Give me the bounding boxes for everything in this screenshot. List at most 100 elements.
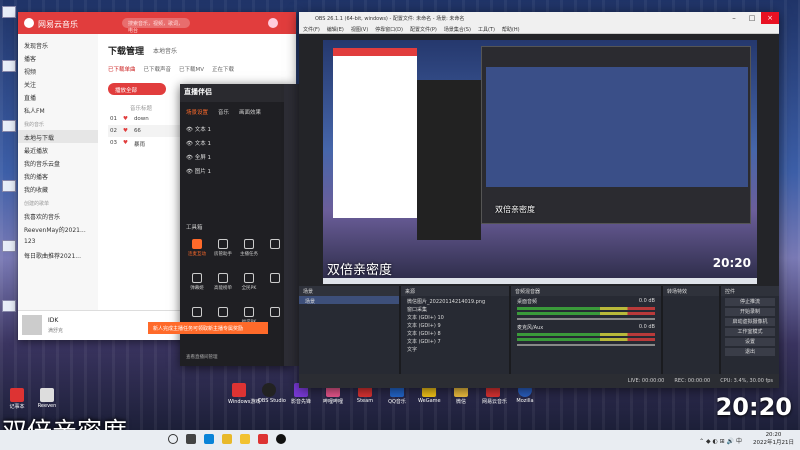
sidebar-item[interactable]: 我的音乐云盘 — [18, 156, 98, 169]
obs-preview[interactable]: 双倍亲密度 20:20 双倍亲密度 — [323, 40, 757, 284]
studio-mode-button[interactable]: 工作室模式 — [725, 328, 775, 336]
maximize-icon[interactable]: □ — [743, 12, 761, 24]
desktop-icon-reeven[interactable]: Reeven — [36, 388, 58, 414]
tab[interactable]: 正在下载 — [212, 65, 234, 73]
sidebar-item[interactable]: 关注 — [18, 77, 98, 90]
task-view-icon[interactable] — [186, 434, 196, 444]
tab[interactable]: 已下载单曲 — [108, 65, 136, 73]
source-item[interactable]: 窗口采集 — [401, 304, 509, 313]
menu-item[interactable]: 工具(T) — [478, 26, 495, 33]
download-tabs: 已下载单曲 已下载声音 已下载MV 正在下载 — [108, 65, 296, 73]
desktop-icon-notepad[interactable]: 记事本 — [6, 388, 28, 414]
start-recording-button[interactable]: 开始录制 — [725, 308, 775, 316]
source-item[interactable]: 文本 (GDI+) 8 — [401, 328, 509, 337]
stop-streaming-button[interactable]: 停止推流 — [725, 298, 775, 306]
source-item[interactable]: 文本 (GDI+) 10 — [401, 312, 509, 321]
source-item[interactable]: 文本 (GDI+) 9 — [401, 320, 509, 329]
tool-item[interactable]: 弹幕姬 — [184, 273, 210, 291]
preview-clock: 20:20 — [712, 256, 751, 270]
desktop-icon[interactable] — [2, 6, 16, 18]
tab-local-music[interactable]: 本地音乐 — [153, 46, 177, 55]
taskbar-clock[interactable]: 20:20 2022年1月21日 — [753, 432, 794, 446]
desktop-icon[interactable] — [2, 180, 16, 192]
chrome-icon[interactable] — [222, 434, 232, 444]
heart-icon[interactable]: ♥ — [123, 128, 128, 134]
menu-item[interactable]: 视图(V) — [351, 26, 368, 33]
tool-item[interactable]: 连麦互动 — [184, 239, 210, 257]
tool-item[interactable]: 高能榜单 — [210, 273, 236, 291]
folder-icon[interactable] — [240, 434, 250, 444]
menu-item[interactable]: 配置文件(P) — [410, 26, 437, 33]
sidebar-item[interactable]: 视频 — [18, 64, 98, 77]
netease-icon[interactable] — [258, 434, 268, 444]
tab[interactable]: 场景设置 — [186, 108, 208, 116]
scene-item[interactable]: 场景 — [299, 296, 399, 305]
volume-slider[interactable] — [517, 318, 655, 320]
desktop-icon[interactable] — [2, 60, 16, 72]
song-title: 暴雨 — [133, 142, 145, 148]
desktop-icon[interactable] — [2, 120, 16, 132]
sidebar-item[interactable]: 我的收藏 — [18, 182, 98, 195]
menu-item[interactable]: 编辑(E) — [327, 26, 344, 33]
sources-dock: 来源 微信图片_20220114214019.png 窗口采集 文本 (GDI+… — [401, 286, 509, 374]
tab[interactable]: 音乐 — [218, 108, 229, 116]
sidebar-item[interactable]: 私人FM — [18, 103, 98, 116]
sidebar-item[interactable]: 我的播客 — [18, 169, 98, 182]
netease-search-input[interactable]: 搜索音乐，视频，歌词，电台 — [122, 18, 190, 34]
settings-button[interactable]: 设置 — [725, 338, 775, 346]
obs-titlebar: OBS 26.1.1 (64-bit, windows) - 配置文件: 未命名… — [299, 12, 779, 24]
sidebar-item-local-download[interactable]: 本地与下载 — [18, 130, 98, 143]
playlist-item[interactable]: 每日歌曲推荐2021... — [18, 248, 98, 261]
menu-item[interactable]: 停靠窗口(D) — [375, 26, 403, 33]
tool-item[interactable]: 房管助手 — [210, 239, 236, 257]
desktop-icon[interactable]: Windows游戏 — [228, 383, 261, 409]
minimize-icon[interactable]: – — [725, 12, 743, 24]
system-tray[interactable]: ⌃ ◆ ◐ ⊞ 🔊 中 — [699, 436, 742, 445]
avatar[interactable] — [268, 18, 278, 28]
source-item[interactable]: 👁 文本 1 — [180, 122, 294, 136]
search-icon[interactable] — [168, 434, 178, 444]
tab[interactable]: 已下载MV — [179, 65, 204, 73]
manage-room-link[interactable]: 查看直播间管理 — [186, 354, 218, 360]
virtual-camera-button[interactable]: 启动虚拟摄像机 — [725, 318, 775, 326]
exit-button[interactable]: 退出 — [725, 348, 775, 356]
mixer-channel: 麦克风/Aux 0.0 dB — [511, 322, 661, 348]
desktop-icon[interactable]: OBS Studio — [258, 383, 286, 409]
menu-item[interactable]: 帮助(H) — [502, 26, 520, 33]
sidebar-item[interactable]: 直播 — [18, 90, 98, 103]
heart-icon[interactable]: ♥ — [123, 116, 128, 122]
desktop-icon[interactable] — [2, 300, 16, 312]
tool-item[interactable]: 主播任务 — [236, 239, 262, 257]
livehime-toast[interactable]: 新人完成主播任务可领取新主播专属奖励 — [148, 322, 268, 334]
volume-slider[interactable] — [517, 344, 655, 346]
album-cover[interactable] — [22, 315, 42, 335]
desktop-icon-label: Windows游戏 — [228, 399, 261, 405]
sidebar-group-label: 我的音乐 — [24, 122, 45, 128]
status-live: LIVE: 00:00:00 — [627, 378, 665, 384]
obs-icon[interactable] — [276, 434, 286, 444]
sidebar-item[interactable]: 播客 — [18, 51, 98, 64]
source-item[interactable]: 👁 图片 1 — [180, 164, 294, 178]
source-item[interactable]: 微信图片_20220114214019.png — [401, 296, 509, 305]
sidebar-item[interactable]: 最近播放 — [18, 143, 98, 156]
source-item[interactable]: 文字 — [401, 344, 509, 353]
playlist-item[interactable]: ReevenMay的2021... — [18, 222, 98, 235]
source-item[interactable]: 👁 全屏 1 — [180, 150, 294, 164]
source-item[interactable]: 文本 (GDI+) 7 — [401, 336, 509, 345]
sidebar-item[interactable]: 发现音乐 — [18, 38, 98, 51]
edge-icon[interactable] — [204, 434, 214, 444]
menu-item[interactable]: 文件(F) — [303, 26, 320, 33]
folder-icon — [40, 388, 54, 402]
playlist-item[interactable]: 123 — [18, 235, 98, 248]
play-all-button[interactable]: 播放全部 — [108, 83, 166, 95]
tab[interactable]: 画面效果 — [239, 108, 261, 116]
tool-item[interactable]: 全民PK — [236, 273, 262, 291]
source-item[interactable]: 👁 文本 1 — [180, 136, 294, 150]
dock-title: 转场特效 — [663, 286, 719, 296]
close-icon[interactable]: × — [761, 12, 779, 24]
desktop-icon[interactable] — [2, 240, 16, 252]
tab[interactable]: 已下载声音 — [144, 65, 172, 73]
playlist-item[interactable]: 我喜欢的音乐 — [18, 209, 98, 222]
menu-item[interactable]: 场景集合(S) — [444, 26, 471, 33]
heart-icon[interactable]: ♥ — [123, 140, 128, 146]
